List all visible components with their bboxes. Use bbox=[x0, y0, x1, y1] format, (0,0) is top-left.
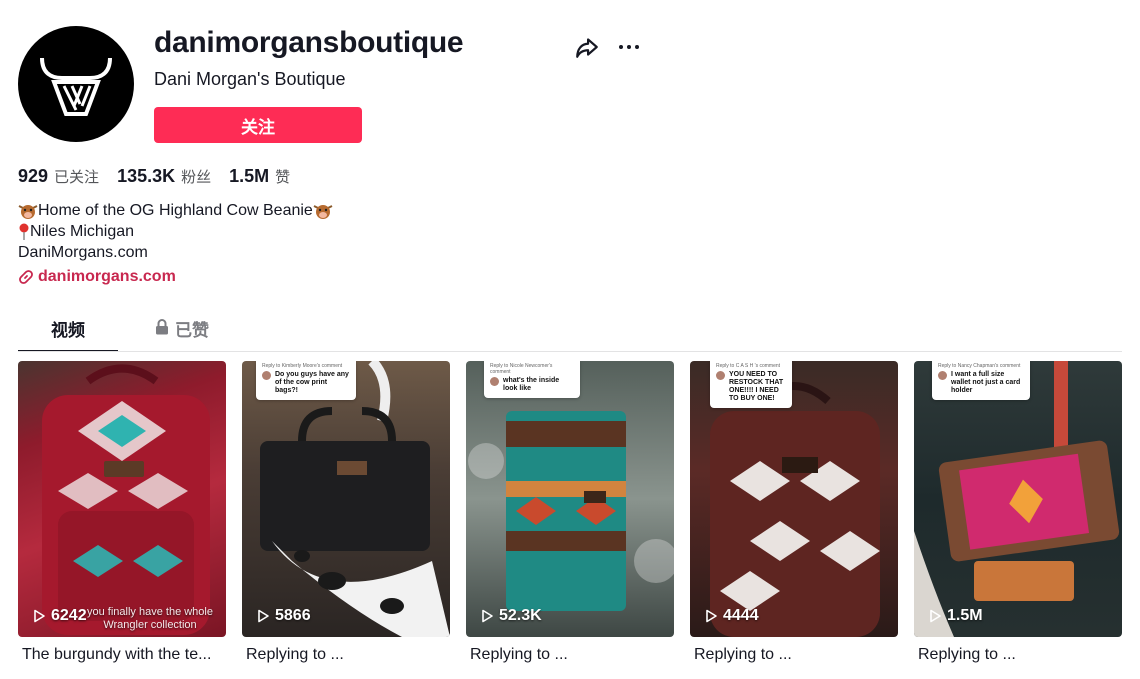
video-caption[interactable]: Replying to ... bbox=[914, 646, 1122, 664]
view-count: 4444 bbox=[704, 607, 759, 625]
profile-link-text: danimorgans.com bbox=[38, 268, 176, 285]
play-icon bbox=[258, 609, 269, 623]
reply-question: I want a full size wallet not just a car… bbox=[951, 371, 1021, 394]
tab-liked-label: 已赞 bbox=[175, 321, 209, 341]
profile-stats: 929 已关注 135.3K 粉丝 1.5M 赞 bbox=[18, 166, 308, 187]
pushpin-icon bbox=[19, 223, 29, 240]
followers-label: 粉丝 bbox=[181, 168, 212, 186]
backpack-image bbox=[42, 364, 210, 635]
cow-emoji-icon bbox=[313, 204, 333, 219]
tabs-divider bbox=[18, 351, 1122, 352]
reply-question: Do you guys have any of the cow print ba… bbox=[275, 371, 349, 394]
video-caption[interactable]: Replying to ... bbox=[466, 646, 674, 664]
play-icon bbox=[34, 609, 45, 623]
reply-bubble: Reply to Nancy Chapman's comment I want … bbox=[932, 361, 1030, 400]
video-thumbnail[interactable]: Reply to Nicole Newcomer's comment what'… bbox=[466, 361, 674, 637]
profile-tabs: 视频 已赞 bbox=[18, 316, 1122, 352]
view-count: 6242 bbox=[32, 607, 87, 625]
view-count: 1.5M bbox=[928, 607, 983, 625]
wallet-image bbox=[468, 411, 674, 611]
more-options-icon[interactable] bbox=[616, 34, 642, 60]
play-icon bbox=[706, 609, 717, 623]
profile-link[interactable]: danimorgans.com bbox=[18, 268, 176, 286]
video-thumbnail[interactable]: Reply to C A S H 's comment YOU NEED TO … bbox=[690, 361, 898, 637]
reply-question: YOU NEED TO RESTOCK THAT ONE!!!! I NEED … bbox=[729, 371, 784, 402]
follow-button[interactable]: 关注 bbox=[154, 107, 362, 143]
likes-count: 1.5M bbox=[229, 166, 270, 186]
video-caption[interactable]: Replying to ... bbox=[242, 646, 450, 664]
commenter-avatar bbox=[490, 377, 499, 386]
likes-stat: 1.5M 赞 bbox=[229, 166, 290, 187]
commenter-avatar bbox=[262, 371, 271, 380]
cow-emoji-icon bbox=[18, 204, 38, 219]
bio: Home of the OG Highland Cow Beanie Niles… bbox=[18, 200, 333, 263]
video-overlay-text: you finally have the whole Wrangler coll… bbox=[87, 606, 213, 631]
lock-icon bbox=[156, 319, 168, 335]
view-count-value: 4444 bbox=[723, 607, 759, 624]
tab-videos[interactable]: 视频 bbox=[18, 316, 118, 352]
video-card[interactable]: Reply to Nancy Chapman's comment I want … bbox=[914, 361, 1122, 664]
view-count-value: 52.3K bbox=[499, 607, 542, 624]
reply-bubble: Reply to C A S H 's comment YOU NEED TO … bbox=[710, 361, 792, 408]
commenter-avatar bbox=[716, 371, 725, 380]
reply-to-text: Reply to Nancy Chapman's comment bbox=[938, 363, 1021, 369]
video-card[interactable]: Reply to C A S H 's comment YOU NEED TO … bbox=[690, 361, 898, 664]
bio-line-2: Niles Michigan bbox=[30, 223, 135, 240]
video-caption[interactable]: Replying to ... bbox=[690, 646, 898, 664]
followers-stat[interactable]: 135.3K 粉丝 bbox=[117, 166, 211, 187]
reply-bubble: Reply to Kimberly Moore's comment Do you… bbox=[256, 361, 356, 400]
video-grid: you finally have the whole Wrangler coll… bbox=[18, 361, 1122, 664]
share-icon[interactable] bbox=[574, 34, 600, 60]
play-icon bbox=[482, 609, 493, 623]
video-card[interactable]: you finally have the whole Wrangler coll… bbox=[18, 361, 226, 664]
reply-bubble: Reply to Nicole Newcomer's comment what'… bbox=[484, 361, 580, 398]
following-stat[interactable]: 929 已关注 bbox=[18, 166, 99, 187]
bio-line-3: DaniMorgans.com bbox=[18, 244, 148, 261]
tab-videos-label: 视频 bbox=[51, 321, 85, 341]
view-count-value: 5866 bbox=[275, 607, 311, 624]
video-card[interactable]: Reply to Nicole Newcomer's comment what'… bbox=[466, 361, 674, 664]
reply-to-text: Reply to Kimberly Moore's comment bbox=[262, 363, 343, 369]
video-thumbnail[interactable]: Reply to Kimberly Moore's comment Do you… bbox=[242, 361, 450, 637]
view-count-value: 1.5M bbox=[947, 607, 983, 624]
followers-count: 135.3K bbox=[117, 166, 176, 186]
video-thumbnail[interactable]: Reply to Nancy Chapman's comment I want … bbox=[914, 361, 1122, 637]
nickname: Dani Morgan's Boutique bbox=[154, 69, 346, 89]
view-count-value: 6242 bbox=[51, 607, 87, 624]
following-count: 929 bbox=[18, 166, 49, 186]
commenter-avatar bbox=[938, 371, 947, 380]
video-thumbnail[interactable]: you finally have the whole Wrangler coll… bbox=[18, 361, 226, 637]
reply-to-text: Reply to C A S H 's comment bbox=[716, 363, 781, 369]
handbag-image bbox=[260, 361, 450, 637]
video-card[interactable]: Reply to Kimberly Moore's comment Do you… bbox=[242, 361, 450, 664]
link-icon bbox=[19, 270, 33, 284]
reply-to-text: Reply to Nicole Newcomer's comment bbox=[490, 363, 553, 375]
avatar[interactable] bbox=[18, 26, 134, 142]
reply-question: what's the inside look like bbox=[503, 377, 560, 392]
bio-line-1: Home of the OG Highland Cow Beanie bbox=[38, 202, 313, 219]
following-label: 已关注 bbox=[54, 168, 100, 186]
bull-logo-icon bbox=[40, 57, 112, 116]
tab-liked[interactable]: 已赞 bbox=[150, 316, 214, 352]
wallet-image bbox=[914, 361, 1120, 637]
video-caption[interactable]: The burgundy with the te... bbox=[18, 646, 226, 664]
view-count: 52.3K bbox=[480, 607, 542, 625]
play-icon bbox=[930, 609, 941, 623]
username: danimorgansboutique bbox=[154, 26, 464, 59]
view-count: 5866 bbox=[256, 607, 311, 625]
likes-label: 赞 bbox=[275, 168, 291, 186]
